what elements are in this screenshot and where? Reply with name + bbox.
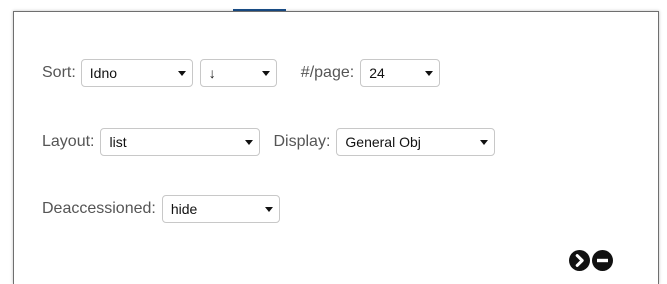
apply-button[interactable] xyxy=(569,250,590,271)
per-page-select[interactable]: 24 xyxy=(360,59,441,87)
sort-field-value: Idno xyxy=(89,65,118,81)
deaccessioned-select[interactable]: hide xyxy=(161,195,280,223)
chevron-down-icon xyxy=(177,71,186,76)
close-button[interactable] xyxy=(592,250,613,271)
display-label: Display: xyxy=(273,133,331,150)
chevron-down-icon xyxy=(480,140,489,145)
sort-direction-select[interactable]: ↓ xyxy=(199,59,277,87)
deaccessioned-value: hide xyxy=(170,201,198,217)
chevron-down-icon xyxy=(245,140,254,145)
display-select[interactable]: General Obj xyxy=(336,128,496,156)
deaccessioned-label: Deaccessioned: xyxy=(42,200,156,217)
display-value: General Obj xyxy=(345,134,421,150)
layout-label: Layout: xyxy=(42,133,95,150)
per-page-value: 24 xyxy=(369,65,385,81)
sort-field-select[interactable]: Idno xyxy=(80,59,193,87)
chevron-down-icon xyxy=(264,207,273,212)
sort-row: Sort: Idno ↓ #/page: 24 xyxy=(42,59,441,87)
chevron-right-circle-icon xyxy=(575,254,584,267)
page: Sort: Idno ↓ #/page: 24 Layout: list Dis… xyxy=(0,0,667,284)
layout-value: list xyxy=(109,134,127,150)
chevron-down-icon xyxy=(425,71,434,76)
result-options-panel: Sort: Idno ↓ #/page: 24 Layout: list Dis… xyxy=(13,11,659,284)
minus-circle-icon xyxy=(597,258,608,263)
per-page-label: #/page: xyxy=(300,64,355,81)
layout-select[interactable]: list xyxy=(100,128,261,156)
sort-direction-value: ↓ xyxy=(208,65,216,81)
sort-label: Sort: xyxy=(42,64,76,81)
chevron-down-icon xyxy=(261,71,270,76)
layout-row: Layout: list Display: General Obj xyxy=(42,128,496,156)
deaccessioned-row: Deaccessioned: hide xyxy=(42,195,280,223)
